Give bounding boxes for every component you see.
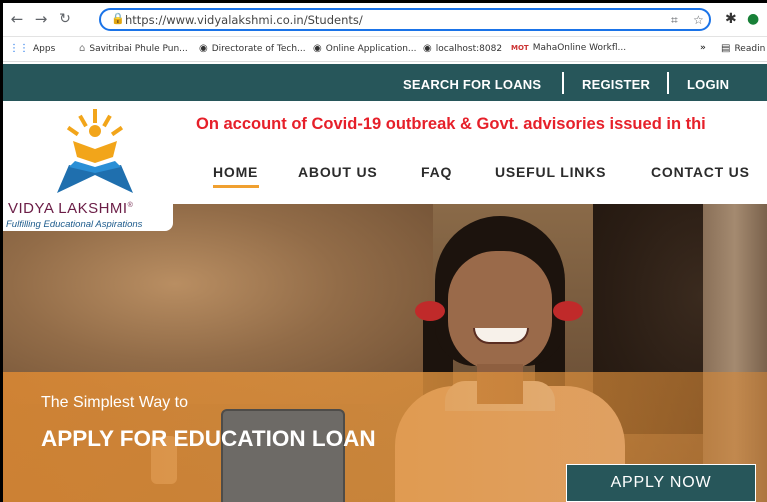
- more-bookmarks-button[interactable]: »: [700, 43, 706, 53]
- back-icon[interactable]: ←: [7, 9, 27, 29]
- hero-laptop-image: [221, 409, 345, 502]
- browser-window: ← → ↻ 🔒 https://www.vidyalakshmi.co.in/S…: [3, 3, 767, 502]
- top-link-divider: [667, 72, 669, 94]
- bookmarks-bar: ⋮⋮ Apps ⌂ Savitribai Phule Pun... ◉ Directo…: [3, 37, 767, 62]
- url-text[interactable]: https://www.vidyalakshmi.co.in/Students/: [125, 13, 363, 27]
- logo-emblem-icon: [57, 109, 133, 193]
- globe-icon: ◉: [199, 43, 208, 54]
- lock-icon: 🔒: [111, 12, 125, 25]
- login-link[interactable]: LOGIN: [687, 77, 729, 92]
- bookmark-online-application[interactable]: ◉ Online Application...: [313, 43, 417, 54]
- bookmark-star-icon[interactable]: ☆: [693, 13, 704, 27]
- qr-code-icon[interactable]: ⌗: [671, 13, 678, 28]
- forward-icon[interactable]: →: [31, 9, 51, 29]
- hero-title: APPLY FOR EDUCATION LOAN: [41, 426, 376, 451]
- site-header: VIDYA LAKSHMI® Fulfilling Educational As…: [3, 101, 767, 231]
- globe-icon: ◉: [313, 43, 322, 54]
- profile-avatar-icon[interactable]: ●: [747, 11, 759, 27]
- address-bar[interactable]: 🔒 https://www.vidyalakshmi.co.in/Student…: [99, 8, 711, 31]
- bookmark-mahaonline[interactable]: MOT MahaOnline Workfl...: [511, 43, 626, 53]
- logo-title: VIDYA LAKSHMI®: [8, 200, 134, 217]
- globe-icon: ◉: [423, 43, 432, 54]
- nav-useful-links[interactable]: USEFUL LINKS: [495, 164, 606, 180]
- vidya-lakshmi-logo[interactable]: VIDYA LAKSHMI® Fulfilling Educational As…: [3, 101, 173, 231]
- university-icon: ⌂: [79, 43, 86, 54]
- reading-list-button[interactable]: ▤ Readin: [721, 43, 765, 54]
- apps-grid-icon: ⋮⋮: [9, 43, 29, 54]
- browser-toolbar: ← → ↻ 🔒 https://www.vidyalakshmi.co.in/S…: [3, 3, 767, 37]
- bookmark-directorate[interactable]: ◉ Directorate of Tech...: [199, 43, 306, 54]
- reload-icon[interactable]: ↻: [55, 9, 75, 29]
- register-link[interactable]: REGISTER: [582, 77, 650, 92]
- hero-subtitle: The Simplest Way to: [41, 394, 189, 411]
- search-for-loans-link[interactable]: SEARCH FOR LOANS: [403, 77, 541, 92]
- covid-announcement-ticker[interactable]: On account of Covid-19 outbreak & Govt. …: [196, 115, 706, 134]
- bookmark-savitribai[interactable]: ⌂ Savitribai Phule Pun...: [79, 43, 188, 54]
- reading-list-icon: ▤: [721, 43, 731, 54]
- bookmark-localhost[interactable]: ◉ localhost:8082: [423, 43, 502, 54]
- hero-banner: The Simplest Way to APPLY FOR EDUCATION …: [3, 204, 767, 502]
- nav-active-underline: [213, 185, 259, 188]
- nav-contact-us[interactable]: CONTACT US: [651, 164, 750, 180]
- mahaonline-icon: MOT: [511, 44, 529, 52]
- nav-home[interactable]: HOME: [213, 164, 258, 180]
- bookmark-apps[interactable]: ⋮⋮ Apps: [9, 43, 55, 54]
- apply-now-button[interactable]: APPLY NOW: [566, 464, 756, 502]
- logo-tagline: Fulfilling Educational Aspirations: [6, 219, 143, 230]
- top-link-divider: [562, 72, 564, 94]
- nav-faq[interactable]: FAQ: [421, 164, 452, 180]
- extensions-puzzle-icon[interactable]: ✱: [725, 11, 737, 27]
- nav-about-us[interactable]: ABOUT US: [298, 164, 378, 180]
- site-top-bar: SEARCH FOR LOANS REGISTER LOGIN: [3, 64, 767, 101]
